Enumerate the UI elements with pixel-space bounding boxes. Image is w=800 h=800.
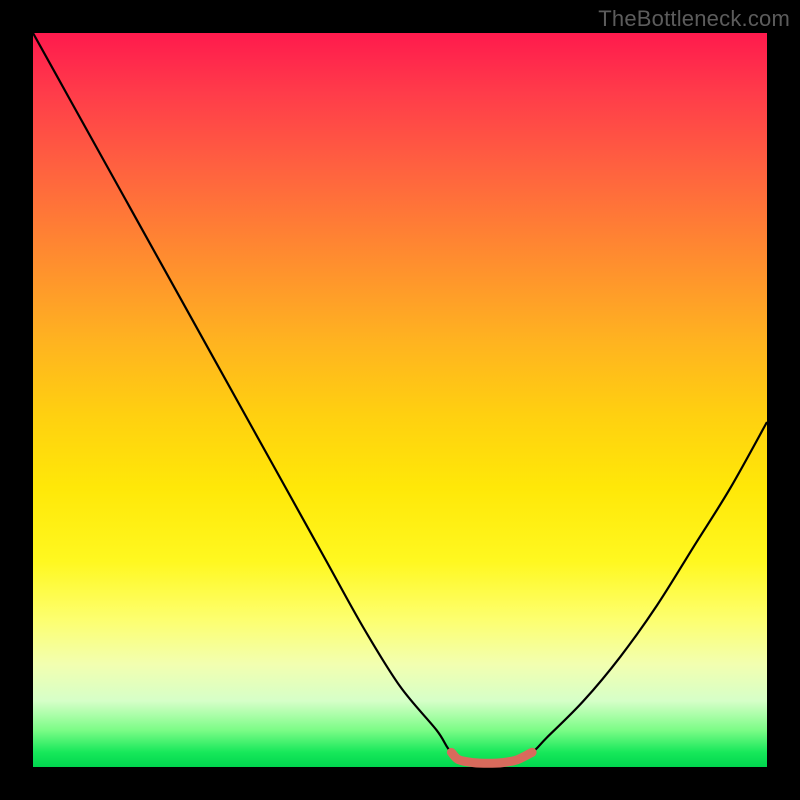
watermark-text: TheBottleneck.com <box>598 6 790 32</box>
sweet-spot-marker <box>451 752 532 763</box>
chart-frame: TheBottleneck.com <box>0 0 800 800</box>
plot-area <box>33 33 767 767</box>
bottleneck-curve <box>33 33 767 765</box>
bottleneck-curve-svg <box>33 33 767 767</box>
